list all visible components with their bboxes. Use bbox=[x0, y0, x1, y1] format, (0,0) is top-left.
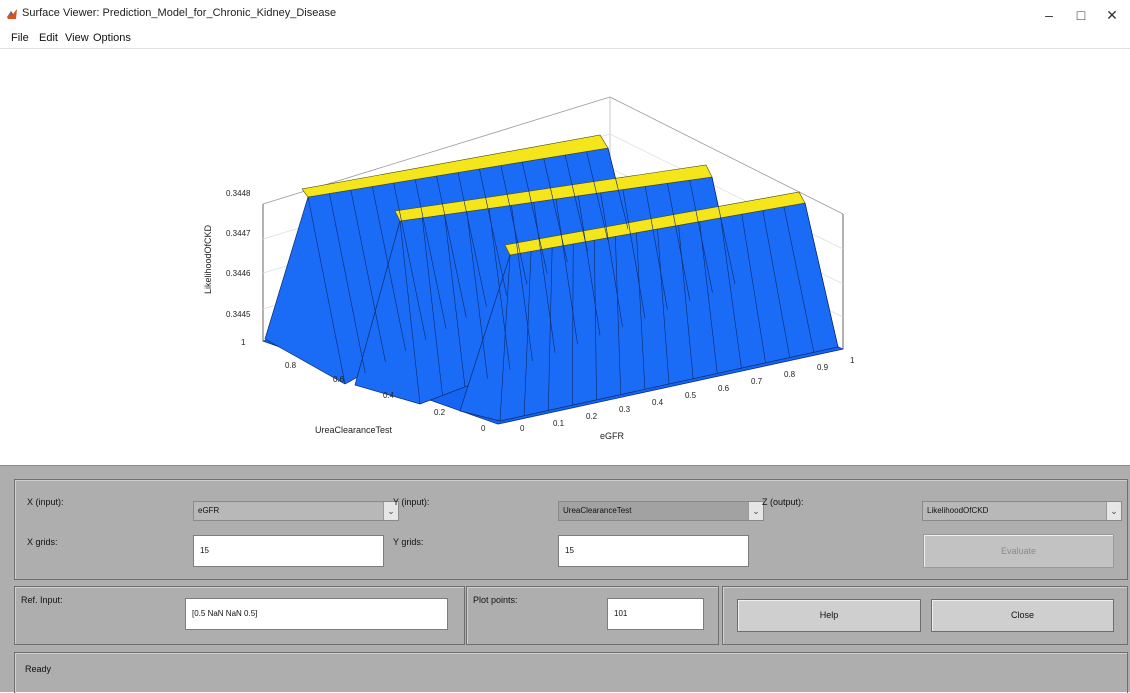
close-window-button[interactable]: ✕ bbox=[1101, 5, 1123, 25]
x-tick-2: 0.2 bbox=[586, 412, 598, 421]
y-input-selected-value: UreaClearanceTest bbox=[563, 506, 632, 515]
control-panel: X (input): eGFR ⌄ Y (input): UreaClearan… bbox=[0, 465, 1130, 693]
plot-points-group: Plot points: 101 bbox=[466, 586, 719, 645]
x-axis-label: eGFR bbox=[600, 431, 625, 441]
x-grids-label: X grids: bbox=[27, 537, 58, 547]
x-grids-input[interactable]: 15 bbox=[193, 535, 384, 567]
x-tick-3: 0.3 bbox=[619, 405, 631, 414]
z-tick-3: 0.3445 bbox=[226, 310, 251, 319]
y-tick-0: 1 bbox=[241, 338, 246, 347]
x-tick-1: 0.1 bbox=[553, 419, 565, 428]
surface-plot-area[interactable]: 0.3448 0.3447 0.3446 0.3445 1 0.8 0.6 0.… bbox=[0, 49, 1130, 465]
help-button[interactable]: Help bbox=[737, 599, 921, 632]
x-tick-4: 0.4 bbox=[652, 398, 664, 407]
z-output-chevron-down-icon[interactable]: ⌄ bbox=[1106, 502, 1121, 520]
close-button[interactable]: Close bbox=[931, 599, 1114, 632]
axis-settings-group: X (input): eGFR ⌄ Y (input): UreaClearan… bbox=[14, 479, 1128, 580]
ref-input-group: Ref. Input: [0.5 NaN NaN 0.5] bbox=[14, 586, 465, 645]
z-output-selected-value: LikelihoodOfCKD bbox=[927, 506, 989, 515]
status-bar: Ready bbox=[14, 652, 1128, 693]
x-input-label: X (input): bbox=[27, 497, 64, 507]
evaluate-button[interactable]: Evaluate bbox=[923, 534, 1114, 568]
y-tick-2: 0.6 bbox=[333, 375, 345, 384]
x-input-select[interactable]: eGFR ⌄ bbox=[193, 501, 399, 521]
z-tick-1: 0.3447 bbox=[226, 229, 251, 238]
y-input-label: Y (input): bbox=[393, 497, 430, 507]
menu-file[interactable]: File bbox=[11, 32, 29, 44]
maximize-button[interactable]: □ bbox=[1070, 5, 1092, 25]
plot-points-label: Plot points: bbox=[473, 595, 518, 605]
y-axis-label: UreaClearanceTest bbox=[315, 425, 393, 435]
y-grids-label: Y grids: bbox=[393, 537, 424, 547]
y-grids-input[interactable]: 15 bbox=[558, 535, 749, 567]
x-tick-0: 0 bbox=[520, 424, 525, 433]
matlab-app-icon bbox=[7, 9, 17, 19]
y-tick-4: 0.2 bbox=[434, 408, 446, 417]
y-input-chevron-down-icon[interactable]: ⌄ bbox=[748, 502, 763, 520]
z-output-label: Z (output): bbox=[762, 497, 804, 507]
title-bar: Surface Viewer: Prediction_Model_for_Chr… bbox=[0, 0, 1130, 30]
y-tick-1: 0.8 bbox=[285, 361, 297, 370]
window-title: Surface Viewer: Prediction_Model_for_Chr… bbox=[22, 7, 337, 19]
x-tick-7: 0.7 bbox=[751, 377, 763, 386]
menu-bar: File Edit View Options bbox=[0, 30, 1130, 49]
x-input-selected-value: eGFR bbox=[198, 506, 220, 515]
x-tick-9: 0.9 bbox=[817, 363, 829, 372]
x-tick-8: 0.8 bbox=[784, 370, 796, 379]
ref-input-label: Ref. Input: bbox=[21, 595, 63, 605]
ref-input-field[interactable]: [0.5 NaN NaN 0.5] bbox=[185, 598, 448, 630]
status-text: Ready bbox=[25, 664, 52, 674]
y-input-select[interactable]: UreaClearanceTest ⌄ bbox=[558, 501, 764, 521]
z-tick-0: 0.3448 bbox=[226, 189, 251, 198]
action-buttons-group: Help Close bbox=[722, 586, 1128, 645]
menu-edit[interactable]: Edit bbox=[39, 32, 58, 44]
plot-points-input[interactable]: 101 bbox=[607, 598, 704, 630]
x-tick-6: 0.6 bbox=[718, 384, 730, 393]
y-tick-5: 0 bbox=[481, 424, 486, 433]
minimize-button[interactable]: – bbox=[1038, 5, 1060, 25]
x-tick-10: 1 bbox=[850, 356, 855, 365]
z-output-select[interactable]: LikelihoodOfCKD ⌄ bbox=[922, 501, 1122, 521]
menu-options[interactable]: Options bbox=[93, 32, 131, 44]
z-axis-label: LikelihoodOfCKD bbox=[203, 224, 213, 294]
z-tick-2: 0.3446 bbox=[226, 269, 251, 278]
x-tick-5: 0.5 bbox=[685, 391, 697, 400]
menu-view[interactable]: View bbox=[65, 32, 89, 44]
y-tick-3: 0.4 bbox=[383, 391, 395, 400]
surface-plot[interactable]: 0.3448 0.3447 0.3446 0.3445 1 0.8 0.6 0.… bbox=[0, 49, 1130, 465]
